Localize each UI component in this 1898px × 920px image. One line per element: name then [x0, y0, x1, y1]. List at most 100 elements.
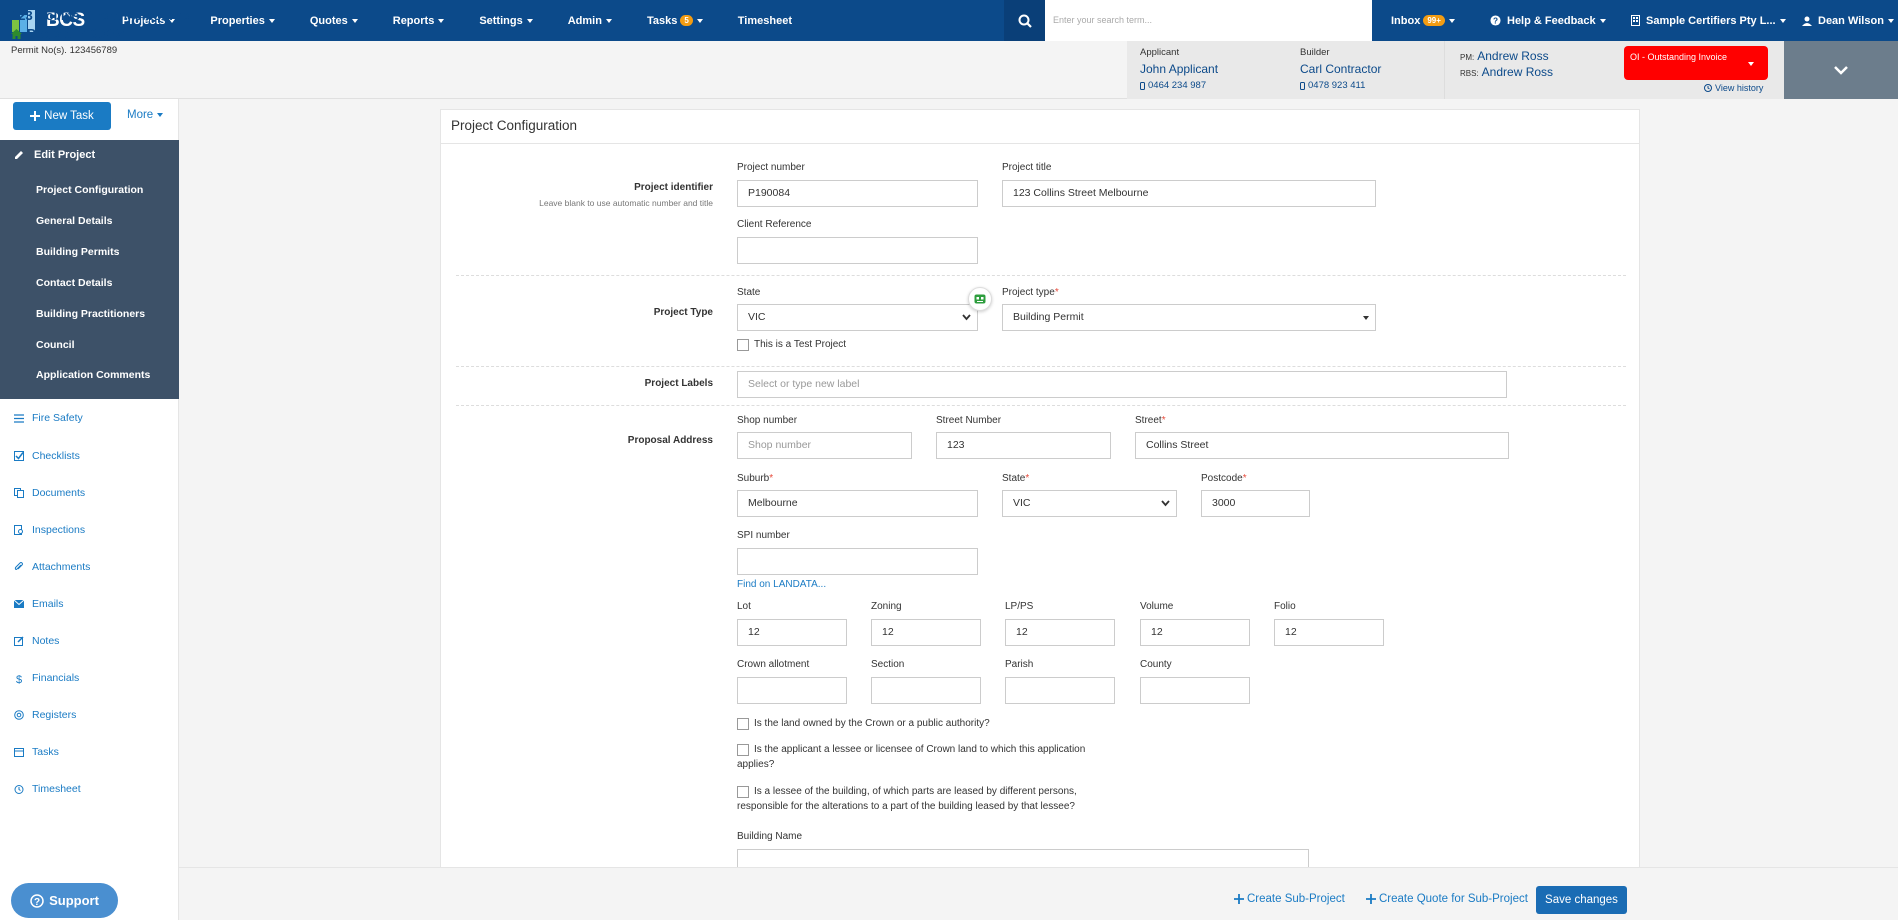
parish-input[interactable]: [1005, 677, 1115, 704]
sidebar-item-registers[interactable]: Registers: [14, 709, 76, 721]
rbs-name[interactable]: Andrew Ross: [1482, 65, 1553, 79]
sidebar-sub-contact-details[interactable]: Contact Details: [36, 277, 112, 289]
builder-name[interactable]: Carl Contractor: [1300, 62, 1381, 76]
search-input[interactable]: Enter your search term...: [1045, 0, 1372, 41]
spi-number-input[interactable]: [737, 548, 978, 575]
sidebar-sub-project-configuration[interactable]: Project Configuration: [36, 184, 143, 196]
edit-project-header[interactable]: Edit Project: [14, 149, 95, 161]
street-number-label: Street Number: [936, 415, 1002, 426]
support-button[interactable]: ? Support: [11, 883, 118, 918]
section-label: Section: [871, 659, 905, 670]
sidebar-sub-council[interactable]: Council: [36, 339, 75, 351]
folio-input[interactable]: 12: [1274, 619, 1384, 646]
suburb-label: Suburb*: [737, 473, 774, 484]
chevron-down-icon: [1448, 18, 1455, 23]
sidebar-item-attachments[interactable]: Attachments: [14, 561, 90, 573]
project-identifier-hint: Leave blank to use automatic number and …: [539, 198, 713, 208]
sidebar-item-emails[interactable]: Emails: [14, 598, 64, 610]
find-on-landata-link[interactable]: Find on LANDATA...: [737, 579, 826, 590]
checkbox-icon: [14, 451, 24, 461]
nav-properties[interactable]: Properties: [210, 15, 275, 27]
test-project-label: This is a Test Project: [754, 339, 847, 350]
project-type-select[interactable]: Building Permit: [1002, 304, 1376, 331]
applicant-phone[interactable]: 0464 234 987: [1140, 80, 1206, 91]
sidebar-item-financials[interactable]: $ Financials: [14, 672, 79, 684]
building-name-input[interactable]: [737, 849, 1309, 868]
test-project-checkbox[interactable]: [737, 339, 749, 351]
assistant-bot-button[interactable]: [968, 287, 992, 311]
crown-lessee-checkbox[interactable]: [737, 744, 749, 756]
lot-input[interactable]: 12: [737, 619, 847, 646]
state-select[interactable]: VIC: [737, 304, 978, 331]
nav-help[interactable]: ? Help & Feedback: [1490, 0, 1606, 41]
postcode-input[interactable]: 3000: [1201, 490, 1310, 517]
builder-phone[interactable]: 0478 923 411: [1300, 80, 1365, 91]
view-history-link[interactable]: View history: [1704, 83, 1763, 93]
postcode-label: Postcode*: [1201, 473, 1247, 484]
nav-organisation[interactable]: Sample Certifiers Pty L...: [1631, 0, 1786, 41]
sidebar-item-timesheet[interactable]: Timesheet: [14, 783, 81, 795]
nav-settings[interactable]: Settings: [479, 15, 533, 27]
project-title-input[interactable]: 123 Collins Street Melbourne: [1002, 180, 1376, 207]
sidebar-item-notes[interactable]: Notes: [14, 635, 59, 647]
question-circle-icon: ?: [30, 893, 44, 908]
sidebar-sub-application-comments[interactable]: Application Comments: [36, 369, 150, 381]
project-labels-input[interactable]: Select or type new label: [737, 371, 1507, 398]
nav-tasks[interactable]: Tasks 5: [647, 15, 703, 27]
chevron-down-icon: [1748, 62, 1754, 66]
client-reference-input[interactable]: [737, 237, 978, 264]
plus-icon: [30, 111, 41, 121]
zoning-input[interactable]: 12: [871, 619, 981, 646]
create-sub-project-link[interactable]: Create Sub-Project: [1234, 893, 1345, 905]
status-dropdown[interactable]: OI - Outstanding Invoice: [1624, 46, 1768, 80]
sidebar-sub-general-details[interactable]: General Details: [36, 215, 112, 227]
sidebar-item-checklists[interactable]: Checklists: [14, 450, 80, 462]
note-icon: [14, 636, 24, 646]
sidebar-item-inspections[interactable]: Inspections: [14, 524, 85, 536]
sidebar-item-documents[interactable]: Documents: [14, 487, 85, 499]
chevron-down-icon: [962, 314, 971, 321]
lpps-input[interactable]: 12: [1005, 619, 1115, 646]
applicant-label: Applicant: [1140, 47, 1180, 58]
county-input[interactable]: [1140, 677, 1250, 704]
clock-icon: [14, 785, 24, 794]
header-collapse-toggle[interactable]: [1784, 41, 1898, 99]
section-input[interactable]: [871, 677, 981, 704]
robot-icon: [974, 294, 986, 304]
documents-icon: [14, 488, 24, 498]
save-changes-button[interactable]: Save changes: [1536, 886, 1627, 914]
nav-quotes[interactable]: Quotes: [310, 15, 358, 27]
project-number[interactable]: Project P190084: [11, 26, 127, 41]
sidebar-item-tasks[interactable]: Tasks: [14, 746, 59, 758]
create-quote-sub-project-link[interactable]: Create Quote for Sub-Project: [1366, 893, 1528, 905]
sidebar-sub-building-permits[interactable]: Building Permits: [36, 246, 119, 258]
nav-timesheet[interactable]: Timesheet: [738, 15, 792, 27]
volume-input[interactable]: 12: [1140, 619, 1250, 646]
pm-name[interactable]: Andrew Ross: [1477, 49, 1548, 63]
search-button[interactable]: [1004, 0, 1045, 41]
building-lessee-checkbox[interactable]: [737, 786, 749, 798]
applicant-name[interactable]: John Applicant: [1140, 62, 1218, 76]
sidebar-item-fire-safety[interactable]: Fire Safety: [14, 412, 83, 424]
street-number-input[interactable]: 123: [936, 432, 1111, 459]
project-title[interactable]: 123 Collins Street Melbourne: [11, 8, 189, 23]
crown-land-checkbox[interactable]: [737, 718, 749, 730]
project-type-value: Building Permit: [1013, 311, 1084, 323]
more-dropdown[interactable]: More: [127, 109, 164, 121]
new-task-button[interactable]: New Task: [13, 102, 111, 130]
nav-inbox[interactable]: Inbox 99+: [1391, 0, 1455, 41]
sidebar-sub-building-practitioners[interactable]: Building Practitioners: [36, 308, 145, 320]
crown-allotment-input[interactable]: [737, 677, 847, 704]
nav-user[interactable]: Dean Wilson: [1802, 0, 1894, 41]
shop-number-input[interactable]: Shop number: [737, 432, 912, 459]
address-state-select[interactable]: VIC: [1002, 490, 1177, 517]
project-number-input[interactable]: P190084: [737, 180, 978, 207]
nav-admin[interactable]: Admin: [568, 15, 612, 27]
chevron-down-icon: [1887, 18, 1894, 23]
project-title-label: Project title: [1002, 162, 1052, 173]
top-navbar: BCS Projects Properties Quotes Reports S…: [0, 0, 1898, 41]
nav-reports[interactable]: Reports: [393, 15, 445, 27]
street-input[interactable]: Collins Street: [1135, 432, 1509, 459]
suburb-input[interactable]: Melbourne: [737, 490, 978, 517]
project-configuration-card: Project Configuration Project identifier…: [440, 109, 1640, 869]
